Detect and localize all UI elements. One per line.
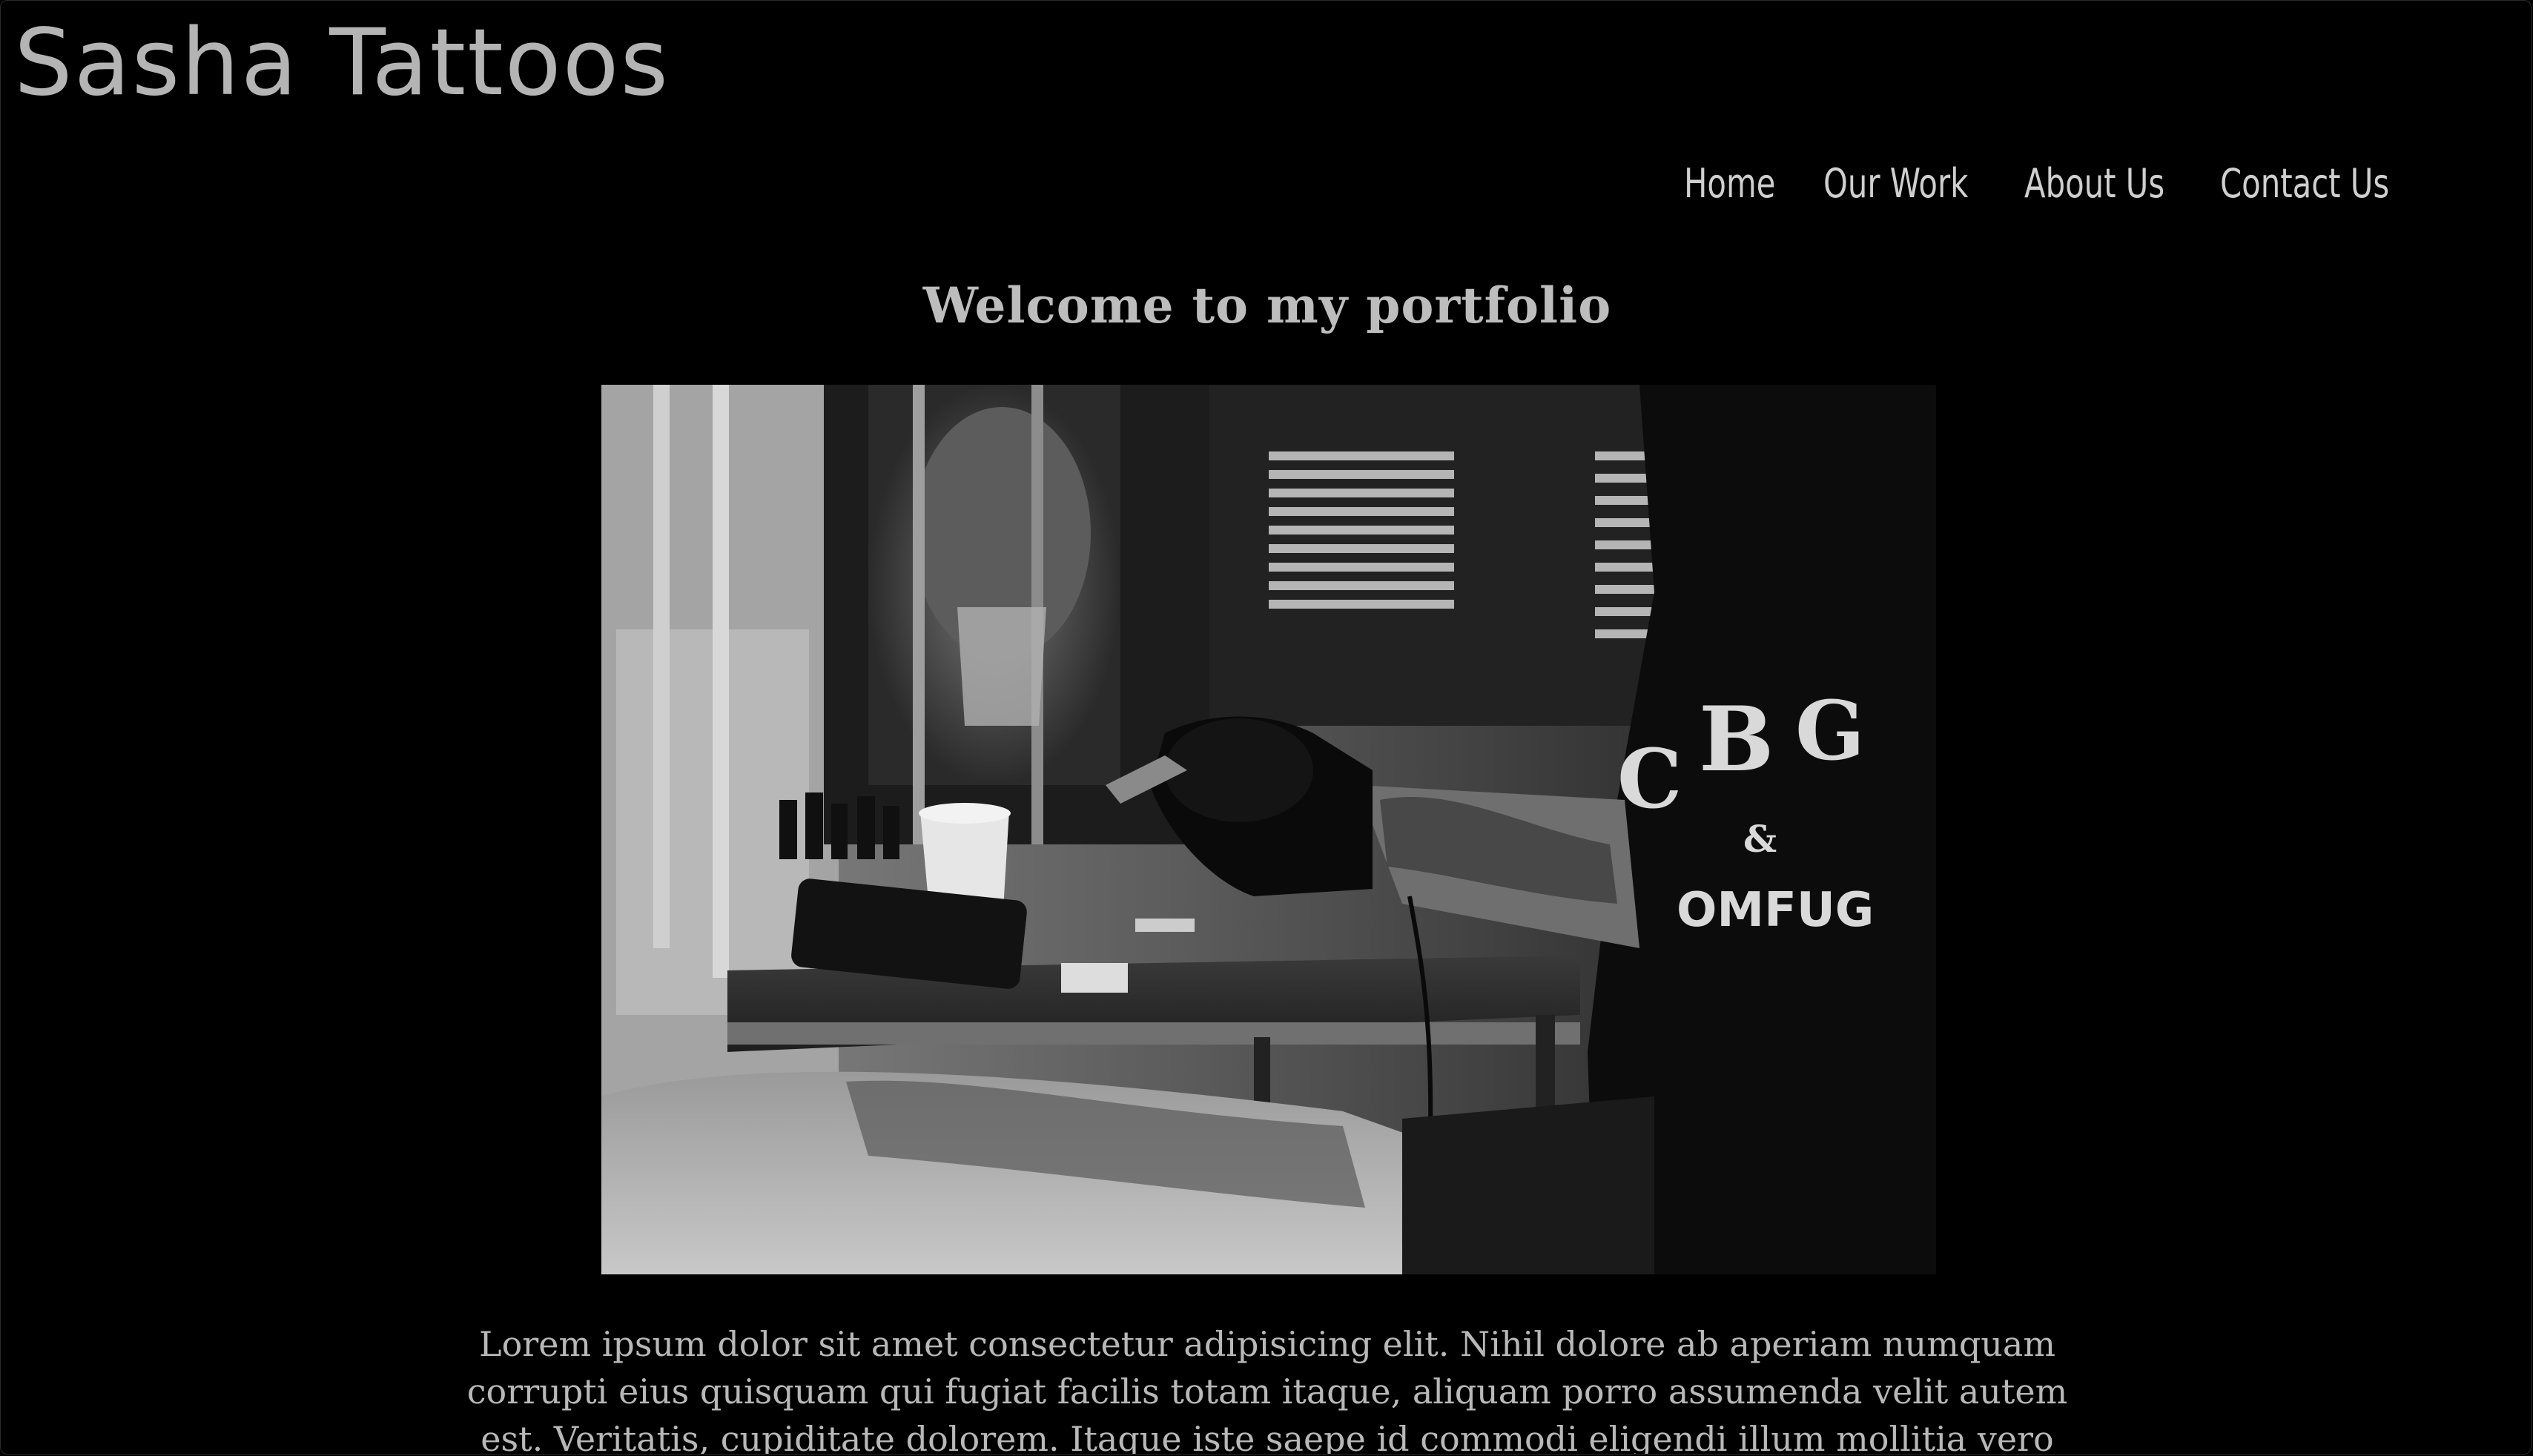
welcome-heading: Welcome to my portfolio <box>922 277 1612 334</box>
intro-line-1: Lorem ipsum dolor sit amet consectetur a… <box>479 1324 2055 1364</box>
nav-our-work-link[interactable]: Our Work <box>1823 164 1968 204</box>
shirt-letter-c: C <box>1617 731 1682 827</box>
nav-home-link[interactable]: Home <box>1684 164 1775 204</box>
shirt-letter-b: B <box>1699 687 1774 792</box>
nav-about-us-link[interactable]: About Us <box>2024 164 2164 204</box>
main-nav: Home Our Work About Us Contact Us <box>1684 164 2402 204</box>
hero-image: C B G & OMFUG <box>601 385 1936 1274</box>
nav-contact-us-link[interactable]: Contact Us <box>2220 164 2389 204</box>
intro-paragraph: Lorem ipsum dolor sit amet consectetur a… <box>1 1320 2531 1455</box>
shirt-ampersand: & <box>1743 817 1777 861</box>
intro-line-2: corrupti eius quisquam qui fugiat facili… <box>466 1371 2068 1412</box>
shirt-letter-g: G <box>1795 683 1865 778</box>
intro-line-3: est. Veritatis, cupiditate dolorem. Itaq… <box>480 1419 2054 1455</box>
site-title[interactable]: Sasha Tattoos <box>14 17 670 109</box>
page: Sasha Tattoos Home Our Work About Us Con… <box>0 0 2532 1455</box>
shirt-omfug: OMFUG <box>1677 883 1874 938</box>
tattoo-artist-photo: C B G & OMFUG <box>601 385 1936 1274</box>
